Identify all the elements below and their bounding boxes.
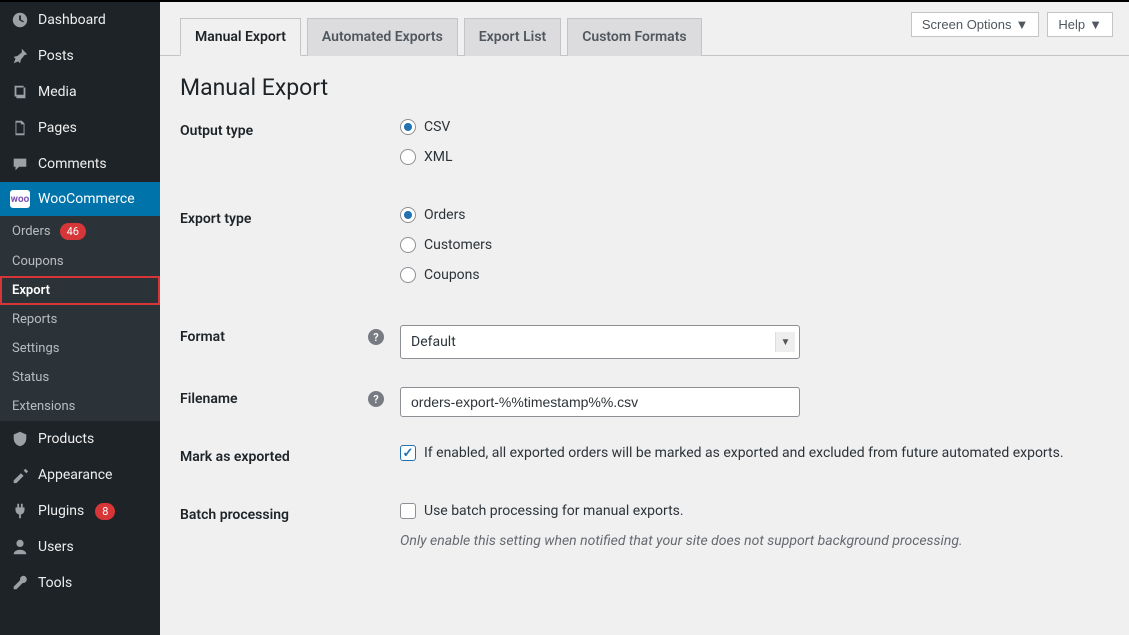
submenu-label: Orders bbox=[12, 224, 51, 239]
sidebar-label: Posts bbox=[38, 48, 74, 64]
orders-count-badge: 46 bbox=[60, 223, 86, 240]
radio-label: CSV bbox=[424, 119, 450, 135]
submenu-label: Settings bbox=[12, 341, 59, 356]
submenu-item-export[interactable]: Export bbox=[0, 276, 160, 305]
submenu-label: Export bbox=[12, 283, 50, 298]
media-icon bbox=[10, 82, 30, 102]
export-form: Output type CSV XML Export type Orders bbox=[160, 109, 1129, 577]
mark-exported-desc: If enabled, all exported orders will be … bbox=[424, 445, 1064, 461]
batch-label: Batch processing bbox=[180, 503, 400, 523]
batch-desc: Use batch processing for manual exports. bbox=[424, 503, 684, 519]
radio-label: Orders bbox=[424, 207, 466, 223]
tab-export-list[interactable]: Export List bbox=[464, 18, 561, 56]
main-content: Screen Options ▼ Help ▼ Manual Export Au… bbox=[160, 2, 1129, 635]
format-label: Format bbox=[180, 329, 225, 345]
batch-helper-text: Only enable this setting when notified t… bbox=[400, 533, 1109, 549]
radio-icon bbox=[400, 237, 416, 253]
sidebar-item-tools[interactable]: Tools bbox=[0, 565, 160, 601]
radio-label: Customers bbox=[424, 237, 492, 253]
radio-icon bbox=[400, 207, 416, 223]
submenu-label: Extensions bbox=[12, 399, 75, 414]
submenu-item-coupons[interactable]: Coupons bbox=[0, 247, 160, 276]
admin-sidebar: Dashboard Posts Media Pages Comments woo… bbox=[0, 2, 160, 635]
tab-label: Export List bbox=[479, 29, 546, 45]
filename-input[interactable] bbox=[400, 387, 800, 417]
help-icon[interactable]: ? bbox=[368, 391, 384, 407]
woocommerce-submenu: Orders 46 Coupons Export Reports Setting… bbox=[0, 216, 160, 421]
chevron-down-icon: ▼ bbox=[775, 332, 795, 352]
tabs: Manual Export Automated Exports Export L… bbox=[160, 17, 1129, 56]
batch-checkbox[interactable]: Use batch processing for manual exports. bbox=[400, 503, 1109, 519]
output-type-csv-radio[interactable]: CSV bbox=[400, 119, 1109, 135]
pin-icon bbox=[10, 46, 30, 66]
sidebar-item-comments[interactable]: Comments bbox=[0, 146, 160, 182]
radio-label: Coupons bbox=[424, 267, 480, 283]
radio-icon bbox=[400, 149, 416, 165]
submenu-item-reports[interactable]: Reports bbox=[0, 305, 160, 334]
radio-icon bbox=[400, 267, 416, 283]
pages-icon bbox=[10, 118, 30, 138]
sidebar-item-products[interactable]: Products bbox=[0, 421, 160, 457]
submenu-label: Reports bbox=[12, 312, 57, 327]
sidebar-item-media[interactable]: Media bbox=[0, 74, 160, 110]
tab-manual-export[interactable]: Manual Export bbox=[180, 18, 301, 56]
format-value: Default bbox=[411, 334, 456, 350]
export-type-label: Export type bbox=[180, 207, 400, 227]
sidebar-label: WooCommerce bbox=[38, 191, 135, 207]
tab-label: Custom Formats bbox=[582, 29, 686, 45]
sidebar-label: Dashboard bbox=[38, 12, 106, 28]
dashboard-icon bbox=[10, 10, 30, 30]
submenu-item-extensions[interactable]: Extensions bbox=[0, 392, 160, 421]
sidebar-label: Pages bbox=[38, 120, 77, 136]
tab-custom-formats[interactable]: Custom Formats bbox=[567, 18, 701, 56]
comment-icon bbox=[10, 154, 30, 174]
sidebar-item-posts[interactable]: Posts bbox=[0, 38, 160, 74]
sidebar-label: Tools bbox=[38, 575, 72, 591]
radio-icon bbox=[400, 119, 416, 135]
sidebar-item-dashboard[interactable]: Dashboard bbox=[0, 2, 160, 38]
submenu-item-settings[interactable]: Settings bbox=[0, 334, 160, 363]
sidebar-label: Media bbox=[38, 84, 77, 100]
page-title: Manual Export bbox=[160, 56, 1129, 109]
radio-label: XML bbox=[424, 149, 453, 165]
sidebar-label: Comments bbox=[38, 156, 107, 172]
woocommerce-icon: woo bbox=[10, 190, 30, 208]
checkbox-icon bbox=[400, 445, 416, 461]
sidebar-item-users[interactable]: Users bbox=[0, 529, 160, 565]
sidebar-item-plugins[interactable]: Plugins 8 bbox=[0, 493, 160, 529]
sidebar-label: Plugins bbox=[38, 503, 84, 519]
submenu-item-status[interactable]: Status bbox=[0, 363, 160, 392]
export-type-orders-radio[interactable]: Orders bbox=[400, 207, 1109, 223]
tab-label: Automated Exports bbox=[322, 29, 443, 45]
tab-automated-exports[interactable]: Automated Exports bbox=[307, 18, 458, 56]
mark-exported-label: Mark as exported bbox=[180, 445, 400, 465]
tab-label: Manual Export bbox=[195, 29, 286, 45]
submenu-label: Status bbox=[12, 370, 49, 385]
tools-icon bbox=[10, 573, 30, 593]
plugins-count-badge: 8 bbox=[95, 503, 115, 520]
sidebar-label: Products bbox=[38, 431, 94, 447]
plugins-icon bbox=[10, 501, 30, 521]
users-icon bbox=[10, 537, 30, 557]
format-select[interactable]: Default ▼ bbox=[400, 325, 800, 359]
help-icon[interactable]: ? bbox=[368, 329, 384, 345]
sidebar-label: Users bbox=[38, 539, 74, 555]
sidebar-item-appearance[interactable]: Appearance bbox=[0, 457, 160, 493]
submenu-label: Coupons bbox=[12, 254, 64, 269]
export-type-coupons-radio[interactable]: Coupons bbox=[400, 267, 1109, 283]
sidebar-label: Appearance bbox=[38, 467, 112, 483]
output-type-label: Output type bbox=[180, 119, 400, 139]
appearance-icon bbox=[10, 465, 30, 485]
export-type-customers-radio[interactable]: Customers bbox=[400, 237, 1109, 253]
mark-exported-checkbox[interactable]: If enabled, all exported orders will be … bbox=[400, 445, 1109, 461]
output-type-xml-radio[interactable]: XML bbox=[400, 149, 1109, 165]
submenu-item-orders[interactable]: Orders 46 bbox=[0, 216, 160, 247]
sidebar-item-pages[interactable]: Pages bbox=[0, 110, 160, 146]
products-icon bbox=[10, 429, 30, 449]
filename-label: Filename bbox=[180, 391, 238, 407]
checkbox-icon bbox=[400, 503, 416, 519]
sidebar-item-woocommerce[interactable]: woo WooCommerce bbox=[0, 182, 160, 216]
